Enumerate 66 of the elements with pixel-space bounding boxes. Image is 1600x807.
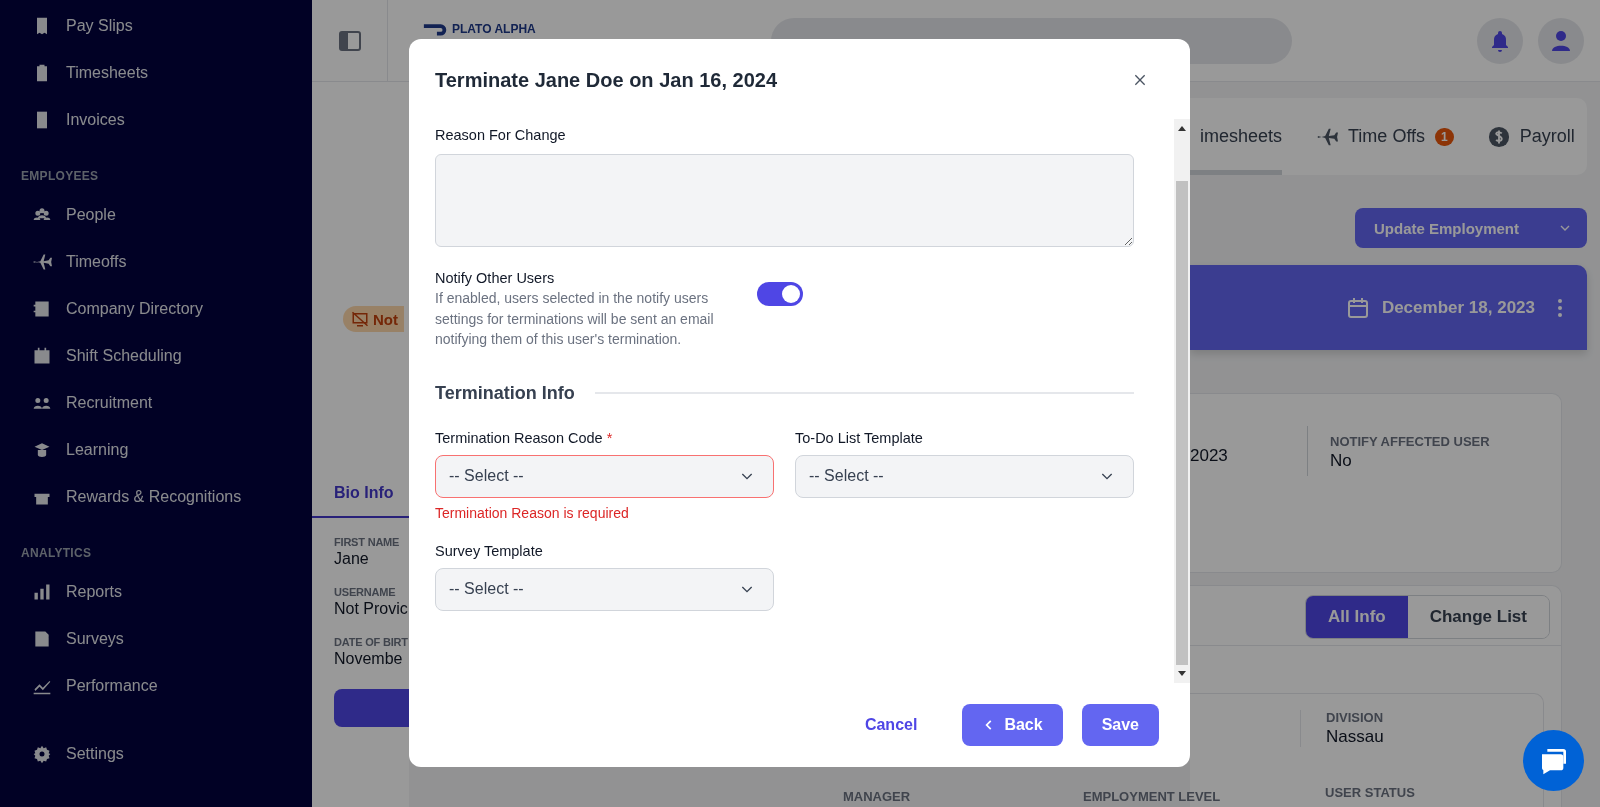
field-label: USER STATUS — [1325, 785, 1416, 800]
sidebar-section-heading: EMPLOYEES — [20, 168, 100, 185]
field-value: Jane — [334, 550, 370, 568]
sidebar-item[interactable]: Reports — [0, 568, 312, 615]
sidebar-item[interactable]: Settings — [0, 730, 312, 777]
bio-info-tab[interactable]: Bio Info — [334, 484, 409, 502]
logo: PLATO ALPHA — [422, 22, 536, 36]
sidebar-section-heading: ANALYTICS — [20, 545, 93, 562]
field-label: DIVISION — [1326, 710, 1385, 725]
sidebar-item[interactable]: People — [0, 191, 312, 238]
sidebar-item[interactable]: Timeoffs — [0, 238, 312, 285]
field-label: EMPLOYMENT LEVEL — [1083, 789, 1221, 804]
dialog-title: Terminate Jane Doe on Jan 16, 2024 — [435, 68, 777, 92]
error-message: Termination Reason is required — [435, 504, 630, 521]
scrollbar[interactable] — [1174, 119, 1190, 683]
sidebar-item[interactable]: Shift Scheduling — [0, 332, 312, 379]
field-description: If enabled, users selected in the notify users settings for terminations will be sent an email notifying them of this user's termination. — [435, 289, 715, 349]
field-label: Notify Other Users — [435, 270, 556, 286]
sidebar-item[interactable]: Rewards & Recognitions — [0, 473, 312, 520]
sidebar-item[interactable]: Learning — [0, 426, 312, 473]
sidebar-item[interactable]: Timesheets — [0, 49, 312, 96]
sidebar-item[interactable]: Surveys — [0, 615, 312, 662]
calendar-icon — [1345, 295, 1370, 320]
sidebar-item[interactable]: Company Directory — [0, 285, 312, 332]
more-options-icon[interactable] — [1557, 297, 1563, 318]
page-tab[interactable]: Payroll — [1487, 98, 1575, 175]
field-value: Novembe — [334, 650, 404, 668]
close-icon[interactable] — [1132, 72, 1148, 88]
select-field[interactable]: -- Select -- — [435, 454, 774, 498]
status-badge: Not — [343, 306, 404, 332]
field-value: Not Provic — [334, 600, 409, 618]
sidebar-item[interactable]: Invoices — [0, 96, 312, 143]
scroll-up-icon[interactable] — [1178, 125, 1186, 131]
field-label: USERNAME — [334, 586, 397, 598]
notify-toggle-switch[interactable] — [757, 281, 803, 306]
menu-item-icon — [32, 345, 52, 366]
field-label: NOTIFY AFFECTED USER — [1330, 434, 1490, 449]
sidebar-item[interactable]: Performance — [0, 662, 312, 709]
field-label: MANAGER — [843, 789, 911, 804]
sidebar-item[interactable]: Recruitment — [0, 379, 312, 426]
field-value: No — [1330, 451, 1353, 471]
update-employment-button[interactable]: Update Employment — [1355, 208, 1587, 248]
field-label: DATE OF BIRT — [334, 636, 409, 648]
banner-date: December 18, 2023 — [1381, 297, 1535, 318]
dollar-icon — [1487, 125, 1510, 148]
field-label: Survey Template — [435, 542, 544, 559]
settings-icon — [32, 743, 52, 764]
field-label: Reason For Change — [435, 127, 567, 143]
field-value: Nassau — [1326, 727, 1385, 747]
page-tab[interactable]: Time Offs 1 — [1316, 98, 1454, 175]
sidebar-item[interactable]: Pay Slips — [0, 2, 312, 49]
section-title: Termination Info — [435, 382, 575, 404]
field-value: 2023 — [1190, 446, 1228, 465]
count-badge: 1 — [1435, 127, 1454, 146]
sidebar-toggle-icon[interactable] — [337, 28, 362, 53]
select-field[interactable]: -- Select -- — [795, 454, 1134, 498]
scroll-down-icon[interactable] — [1178, 671, 1186, 677]
view-toggle-option[interactable]: All Info — [1306, 596, 1408, 638]
field-label: To-Do List Template — [795, 429, 924, 446]
crossed-screen-icon — [351, 310, 369, 328]
field-label: Termination Reason Code * — [435, 429, 614, 446]
save-button[interactable]: Save — [1081, 704, 1159, 746]
select-field[interactable]: -- Select -- — [435, 567, 774, 611]
field-label: FIRST NAME — [334, 536, 401, 548]
cancel-button[interactable]: Cancel — [858, 715, 924, 735]
back-button[interactable]: Back — [962, 704, 1063, 746]
